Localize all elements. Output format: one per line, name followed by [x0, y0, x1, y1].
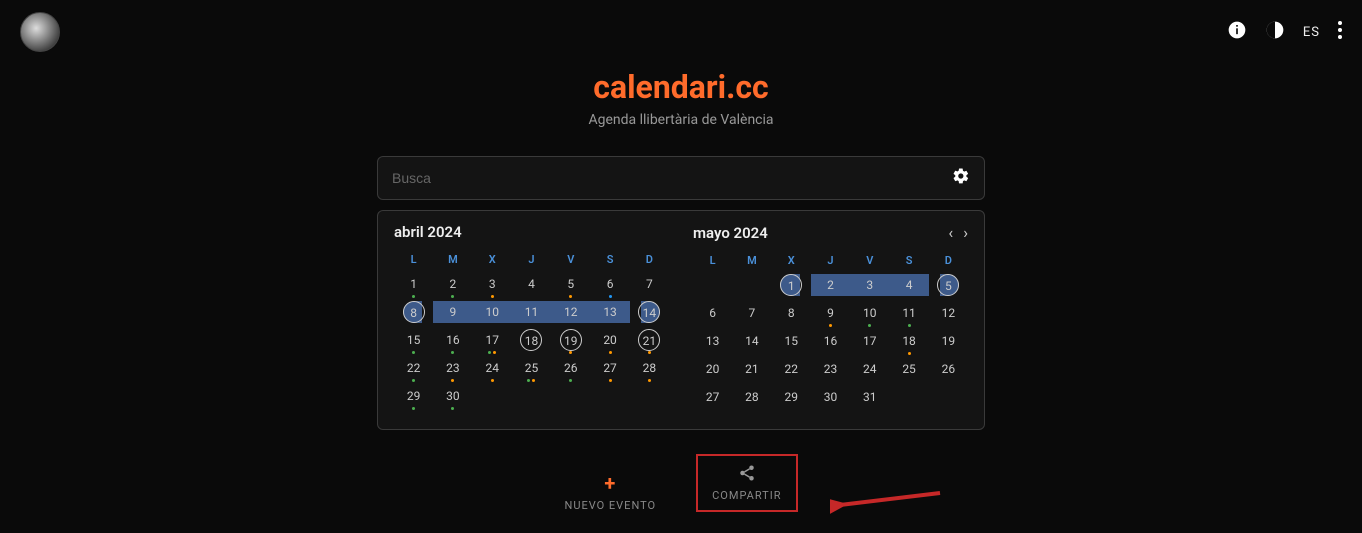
weekday-label: V [551, 249, 590, 270]
prev-month-icon[interactable]: ‹ [948, 223, 953, 242]
calendar-day[interactable]: 23 [811, 355, 850, 383]
calendar-day[interactable]: 3 [473, 270, 512, 298]
calendar-day[interactable]: 7 [732, 299, 771, 327]
calendar-day[interactable]: 17 [850, 327, 889, 355]
calendar-day[interactable]: 11 [889, 299, 928, 327]
calendar-day[interactable]: 21 [630, 326, 669, 354]
calendar-day[interactable]: 18 [889, 327, 928, 355]
calendar-day[interactable]: 10 [473, 298, 512, 326]
calendar-day[interactable]: 13 [693, 327, 732, 355]
calendar-day[interactable]: 25 [512, 354, 551, 382]
calendar-day[interactable]: 29 [772, 383, 811, 411]
calendar-day[interactable]: 3 [850, 271, 889, 299]
weekday-label: J [811, 250, 850, 271]
calendar-day[interactable]: 13 [590, 298, 629, 326]
calendar-day[interactable]: 24 [850, 355, 889, 383]
calendar-day[interactable]: 2 [433, 270, 472, 298]
new-event-label: NUEVO EVENTO [564, 499, 656, 512]
calendar-day[interactable]: 8 [394, 298, 433, 326]
calendar-day[interactable]: 29 [394, 382, 433, 410]
calendar-day[interactable]: 22 [394, 354, 433, 382]
weekday-label: L [394, 249, 433, 270]
calendar-day[interactable]: 15 [394, 326, 433, 354]
calendar-day[interactable]: 20 [693, 355, 732, 383]
calendar-day[interactable]: 26 [929, 355, 968, 383]
calendar-day[interactable]: 2 [811, 271, 850, 299]
calendar-day[interactable]: 16 [811, 327, 850, 355]
calendar-day[interactable]: 1 [394, 270, 433, 298]
calendar-day[interactable]: 9 [811, 299, 850, 327]
calendar-day[interactable]: 11 [512, 298, 551, 326]
language-selector[interactable]: ES [1303, 25, 1320, 40]
share-button[interactable]: COMPARTIR [696, 454, 797, 512]
site-title[interactable]: calendari.cc [593, 68, 768, 106]
calendar-day[interactable]: 30 [433, 382, 472, 410]
calendar-day[interactable]: 7 [630, 270, 669, 298]
calendar-day[interactable]: 1 [772, 271, 811, 299]
calendar-day[interactable]: 9 [433, 298, 472, 326]
search-bar [377, 156, 985, 200]
calendar-day[interactable]: 25 [889, 355, 928, 383]
month-title: mayo 2024 [693, 224, 768, 242]
calendar-day[interactable]: 14 [630, 298, 669, 326]
menu-dots-icon[interactable] [1338, 21, 1342, 43]
weekday-label: S [889, 250, 928, 271]
calendar-day[interactable]: 28 [732, 383, 771, 411]
calendar-day[interactable]: 12 [551, 298, 590, 326]
weekday-label: D [630, 249, 669, 270]
calendar-day[interactable]: 5 [551, 270, 590, 298]
calendar-day[interactable]: 22 [772, 355, 811, 383]
calendar-day[interactable]: 24 [473, 354, 512, 382]
calendar-day[interactable]: 17 [473, 326, 512, 354]
site-subtitle: Agenda llibertària de València [588, 112, 773, 128]
weekday-label: S [590, 249, 629, 270]
share-icon [738, 464, 756, 485]
gear-icon[interactable] [952, 167, 970, 189]
calendar: abril 2024LMXJVSD12345678910111213141516… [377, 210, 985, 430]
site-logo[interactable] [20, 12, 60, 52]
weekday-label: M [433, 249, 472, 270]
calendar-day[interactable]: 19 [929, 327, 968, 355]
weekday-label: V [850, 250, 889, 271]
calendar-day[interactable]: 8 [772, 299, 811, 327]
calendar-day[interactable]: 15 [772, 327, 811, 355]
weekday-label: M [732, 250, 771, 271]
theme-toggle-icon[interactable] [1265, 20, 1285, 44]
weekday-label: L [693, 250, 732, 271]
calendar-day[interactable]: 26 [551, 354, 590, 382]
calendar-day[interactable]: 23 [433, 354, 472, 382]
share-label: COMPARTIR [712, 489, 781, 502]
next-month-icon[interactable]: › [963, 223, 968, 242]
weekday-label: D [929, 250, 968, 271]
month-title: abril 2024 [394, 223, 462, 241]
search-input[interactable] [392, 170, 952, 186]
calendar-day[interactable]: 12 [929, 299, 968, 327]
weekday-label: X [473, 249, 512, 270]
calendar-day[interactable]: 28 [630, 354, 669, 382]
calendar-day[interactable]: 18 [512, 326, 551, 354]
calendar-day[interactable]: 19 [551, 326, 590, 354]
calendar-day[interactable]: 5 [929, 271, 968, 299]
plus-icon: + [604, 471, 616, 495]
calendar-day[interactable]: 14 [732, 327, 771, 355]
calendar-day[interactable]: 30 [811, 383, 850, 411]
weekday-label: J [512, 249, 551, 270]
calendar-day[interactable]: 4 [889, 271, 928, 299]
calendar-day[interactable]: 20 [590, 326, 629, 354]
calendar-day[interactable]: 4 [512, 270, 551, 298]
calendar-day[interactable]: 27 [590, 354, 629, 382]
info-icon[interactable] [1227, 20, 1247, 44]
calendar-day[interactable]: 6 [590, 270, 629, 298]
new-event-button[interactable]: + NUEVO EVENTO [564, 471, 656, 512]
calendar-day[interactable]: 31 [850, 383, 889, 411]
calendar-day[interactable]: 10 [850, 299, 889, 327]
calendar-day[interactable]: 21 [732, 355, 771, 383]
weekday-label: X [772, 250, 811, 271]
calendar-day[interactable]: 6 [693, 299, 732, 327]
calendar-day[interactable]: 16 [433, 326, 472, 354]
calendar-day[interactable]: 27 [693, 383, 732, 411]
